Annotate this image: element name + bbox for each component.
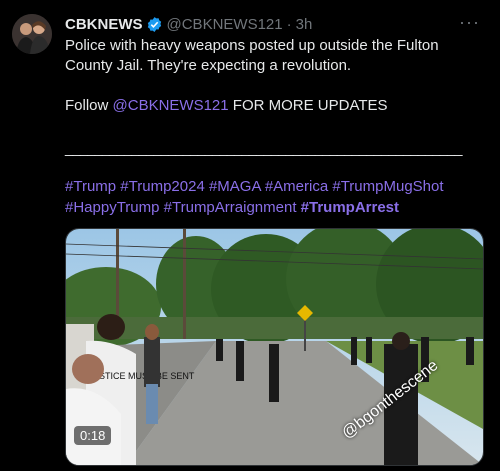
author-avatar[interactable] <box>12 14 52 54</box>
follow-handle-link[interactable]: @CBKNEWS121 <box>113 97 229 114</box>
video-player[interactable]: JUSTICE MUST BE SENT <box>65 228 484 466</box>
tweet-header: CBKNEWS @CBKNEWS121 · 3h <box>65 14 480 34</box>
avatar-image <box>12 14 52 54</box>
hashtag-link[interactable]: #America <box>265 178 328 195</box>
follow-prefix: Follow <box>65 97 113 114</box>
author-handle[interactable]: @CBKNEWS121 <box>167 16 283 33</box>
tweet-timestamp[interactable]: 3h <box>296 16 313 33</box>
tweet-text: Police with heavy weapons posted up outs… <box>65 36 485 116</box>
verified-badge-icon[interactable] <box>146 16 163 33</box>
follow-suffix: FOR MORE UPDATES <box>228 97 388 114</box>
protester-shirt-text: JUSTICE MUST BE SENT <box>88 371 195 381</box>
hashtag-link[interactable]: #Trump2024 <box>120 178 205 195</box>
hashtag-link[interactable]: #HappyTrump <box>65 199 159 216</box>
hashtag-list: #Trump #Trump2024 #MAGA #America #TrumpM… <box>65 176 485 218</box>
separator-dot: · <box>286 15 292 33</box>
hashtag-link[interactable]: #Trump <box>65 178 116 195</box>
tweet-line: Police with heavy weapons posted up outs… <box>65 37 439 74</box>
hashtag-link[interactable]: #TrumpArraignment <box>164 199 297 216</box>
more-options-icon[interactable]: ··· <box>459 12 480 33</box>
follow-line: Follow @CBKNEWS121 FOR MORE UPDATES <box>65 96 485 116</box>
video-duration-badge: 0:18 <box>74 426 112 445</box>
hashtag-link-bold[interactable]: #TrumpArrest <box>301 199 399 216</box>
divider-underscores: ________________________________________… <box>65 140 462 157</box>
author-name[interactable]: CBKNEWS <box>65 16 143 33</box>
hashtag-link[interactable]: #MAGA <box>209 178 261 195</box>
video-frame: JUSTICE MUST BE SENT <box>66 229 483 465</box>
hashtag-link[interactable]: #TrumpMugShot <box>332 178 443 195</box>
tweet-card[interactable]: CBKNEWS @CBKNEWS121 · 3h ··· Police with… <box>0 0 500 471</box>
